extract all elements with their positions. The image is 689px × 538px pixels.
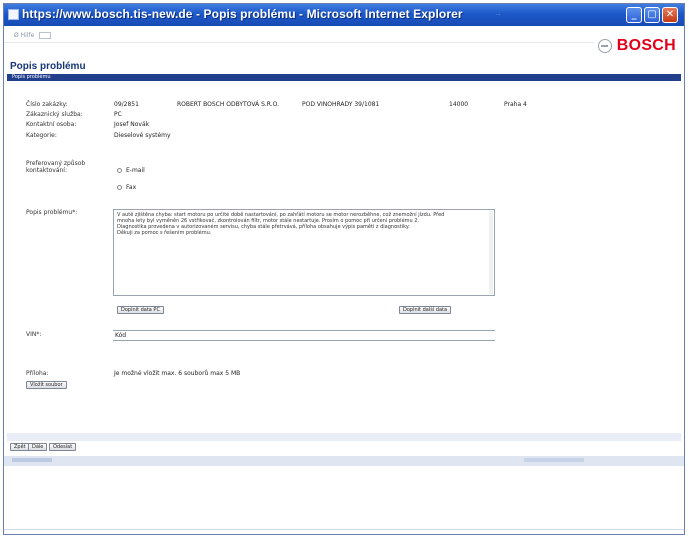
ie-icon (8, 9, 19, 20)
contact-label: Kontaktní osoba: (26, 121, 77, 128)
fax-radio[interactable] (117, 185, 122, 190)
description-label: Popis problému*: (26, 209, 78, 216)
attachment-label: Příloha: (26, 370, 49, 377)
title-faint-text: ... (496, 11, 501, 17)
attachment-hint: Je možné vložit max. 6 souborů max 5 MB (114, 370, 241, 377)
description-line: Děkuji za pomoc s řešením problému. (117, 230, 212, 236)
contact-value: Josef Novák (114, 121, 150, 128)
vin-input[interactable]: Kód (113, 330, 495, 341)
section-header: Popis problému (7, 74, 681, 81)
service-partner-label: Zákaznický služba: (26, 111, 83, 118)
browser-window: https://www.bosch.tis-new.de - Popis pro… (3, 3, 685, 535)
minimize-button[interactable]: _ (626, 7, 642, 23)
case-number-value: 09/2851 (114, 101, 139, 108)
vin-label: VIN*: (26, 331, 42, 338)
category-value: Dieselové systémy (114, 132, 171, 139)
back-button[interactable]: Zpět (10, 443, 30, 451)
help-nav[interactable]: Ø Hilfe (14, 32, 52, 39)
form-footer-band (7, 433, 681, 441)
postcode-value: 14000 (449, 101, 469, 108)
email-option-label: E-mail (126, 167, 145, 174)
city-value: Praha 4 (504, 101, 527, 108)
bottom-divider (4, 529, 684, 530)
case-number-label: Číslo zakázky: (26, 101, 68, 108)
maximize-button[interactable]: ▢ (644, 7, 660, 23)
add-context-data-button[interactable]: Doplnit další data (399, 306, 452, 314)
status-bar-segment (524, 458, 584, 462)
email-radio[interactable] (117, 168, 122, 173)
next-button[interactable]: Dále (28, 443, 48, 451)
close-button[interactable]: ✕ (662, 7, 678, 23)
bosch-logo: BOSCH (597, 37, 676, 55)
add-pc-data-button[interactable]: Doplnit data PC (117, 306, 164, 314)
help-link[interactable]: Ø Hilfe (14, 32, 34, 39)
textarea-scrollbar[interactable] (489, 211, 493, 294)
bosch-wordmark: BOSCH (616, 37, 676, 54)
status-bar-segment (12, 458, 52, 462)
street-value: POD VINOHRADY 39/1081 (302, 101, 380, 108)
fax-option-label: Fax (126, 184, 137, 191)
service-partner-value: PC (114, 111, 122, 118)
toolbar-divider (4, 42, 594, 43)
dropdown-box-icon[interactable] (39, 32, 52, 39)
bosch-armature-icon (597, 39, 612, 53)
description-textarea[interactable]: V autě zjištěna chyba: start motoru po u… (113, 209, 495, 296)
category-label: Kategorie: (26, 132, 57, 139)
title-bar: https://www.bosch.tis-new.de - Popis pro… (4, 4, 684, 26)
company-value: ROBERT BOSCH ODBYTOVÁ S.R.O. (177, 101, 280, 108)
submit-button[interactable]: Odeslat (49, 443, 77, 451)
add-file-button[interactable]: Vložit soubor (26, 381, 67, 389)
page-title: Popis problému (10, 61, 86, 72)
browser-toolbar: Ø Hilfe BOSCH (4, 26, 684, 58)
preferred-contact-label: Preferovaný způsob kontaktování: (26, 160, 86, 174)
status-bar (4, 456, 684, 466)
window-title: https://www.bosch.tis-new.de - Popis pro… (22, 7, 463, 21)
